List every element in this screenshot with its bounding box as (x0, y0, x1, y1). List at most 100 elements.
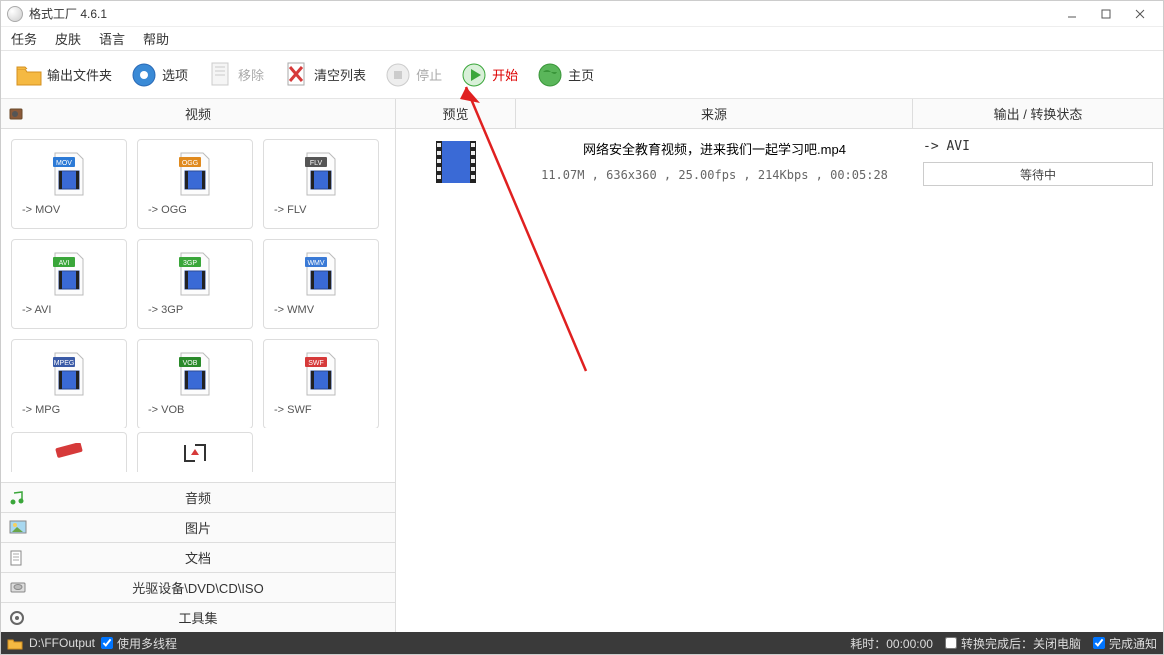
window-controls (1055, 3, 1157, 25)
format-label: -> FLV (264, 204, 307, 216)
output-path[interactable]: D:\FFOutput (29, 636, 95, 650)
svg-text:3GP: 3GP (183, 260, 197, 267)
formats-grid: MOV-> MOVOGG-> OGG FLV -> FLV AVI -> AVI 3GP -… (7, 135, 389, 428)
format-card-vob[interactable]: VOB-> VOB (137, 339, 253, 428)
format-file-icon: AVI (45, 248, 93, 300)
format-card-3gp[interactable]: 3GP -> 3GP (137, 239, 253, 329)
format-card-ogg[interactable]: OGG-> OGG (137, 139, 253, 229)
formats-area: MOV-> MOVOGG-> OGG FLV -> FLV AVI -> AVI 3GP -… (1, 129, 395, 482)
column-output[interactable]: 输出 / 转换状态 (913, 99, 1163, 128)
format-card-mpeg[interactable]: MPEG -> MPG (11, 339, 127, 428)
format-label: -> MPG (12, 404, 60, 416)
format-file-icon: VOB (171, 348, 219, 400)
column-preview[interactable]: 预览 (396, 99, 516, 128)
home-button[interactable]: 主页 (530, 57, 600, 93)
main-area: 视频 MOV-> MOVOGG-> OGG FLV -> FLV AVI -> AVI 3… (1, 99, 1163, 632)
category-picture-tab[interactable]: 图片 (1, 512, 395, 542)
statusbar: D:\FFOutput 使用多线程 耗时：00:00:00 转换完成后：关闭电脑… (1, 632, 1163, 654)
format-card-mov[interactable]: MOV-> MOV (11, 139, 127, 229)
svg-text:AVI: AVI (59, 260, 70, 267)
video-icon (9, 107, 27, 121)
filmstrip-icon (432, 139, 480, 185)
left-panel: 视频 MOV-> MOVOGG-> OGG FLV -> FLV AVI -> AVI 3… (1, 99, 396, 632)
category-document-tab[interactable]: 文档 (1, 542, 395, 572)
task-filename: 网络安全教育视频，进来我们一起学习吧.mp4 (583, 139, 846, 158)
shutdown-after-checkbox[interactable]: 转换完成后：关闭电脑 (945, 635, 1081, 652)
format-label: -> SWF (264, 404, 312, 416)
category-audio-tab[interactable]: 音频 (1, 482, 395, 512)
task-source-cell: 网络安全教育视频，进来我们一起学习吧.mp4 11.07M , 636x360 … (516, 135, 913, 186)
app-icon (7, 6, 23, 22)
format-card-partial-1[interactable] (11, 432, 127, 472)
column-source[interactable]: 来源 (516, 99, 913, 128)
app-window: 格式工厂 4.6.1 任务 皮肤 语言 帮助 输出文件夹 (0, 0, 1164, 655)
task-fileinfo: 11.07M , 636x360 , 25.00fps , 214Kbps , … (541, 168, 888, 182)
options-label: 选项 (162, 65, 188, 84)
menu-help[interactable]: 帮助 (143, 29, 169, 48)
svg-text:VOB: VOB (183, 360, 198, 367)
shutdown-input[interactable] (945, 637, 957, 649)
task-target-format: -> AVI (923, 139, 1153, 154)
close-button[interactable] (1123, 3, 1157, 25)
multithread-input[interactable] (101, 637, 113, 649)
clear-list-button[interactable]: 清空列表 (276, 57, 372, 93)
notify-input[interactable] (1093, 637, 1105, 649)
format-file-icon: OGG (171, 148, 219, 200)
start-button[interactable]: 开始 (454, 57, 524, 93)
category-document-label: 文档 (185, 548, 211, 567)
folder-icon (15, 61, 43, 89)
home-label: 主页 (568, 65, 594, 84)
category-toolset-label: 工具集 (178, 608, 217, 627)
shutdown-label: 转换完成后：关闭电脑 (961, 635, 1081, 652)
multithread-checkbox[interactable]: 使用多线程 (101, 635, 177, 652)
options-button[interactable]: 选项 (124, 57, 194, 93)
category-toolset-tab[interactable]: 工具集 (1, 602, 395, 632)
svg-text:FLV: FLV (310, 160, 323, 167)
remove-button[interactable]: 移除 (200, 57, 270, 93)
task-row[interactable]: 网络安全教育视频，进来我们一起学习吧.mp4 11.07M , 636x360 … (396, 129, 1163, 192)
maximize-button[interactable] (1089, 3, 1123, 25)
format-label: -> 3GP (138, 304, 183, 316)
stop-label: 停止 (416, 65, 442, 84)
image-icon (9, 520, 27, 536)
format-card-partial-2[interactable] (137, 432, 253, 472)
partial-row (7, 428, 389, 476)
notify-checkbox[interactable]: 完成通知 (1093, 635, 1157, 652)
category-video-label: 视频 (185, 104, 211, 123)
format-card-swf[interactable]: SWF -> SWF (263, 339, 379, 428)
menu-skin[interactable]: 皮肤 (55, 29, 81, 48)
output-folder-label: 输出文件夹 (47, 65, 112, 84)
tools-icon (9, 610, 27, 626)
remove-label: 移除 (238, 65, 264, 84)
gear-icon (130, 61, 158, 89)
menu-task[interactable]: 任务 (11, 29, 37, 48)
format-label: -> AVI (12, 304, 51, 316)
disc-drive-icon (9, 580, 27, 596)
clear-label: 清空列表 (314, 65, 366, 84)
menu-language[interactable]: 语言 (99, 29, 125, 48)
svg-text:OGG: OGG (182, 160, 198, 167)
format-file-icon: SWF (297, 348, 345, 400)
music-note-icon (9, 490, 27, 506)
globe-icon (536, 61, 564, 89)
document-icon (9, 550, 27, 566)
format-card-avi[interactable]: AVI -> AVI (11, 239, 127, 329)
stop-button[interactable]: 停止 (378, 57, 448, 93)
folder-icon[interactable] (7, 636, 23, 650)
format-card-flv[interactable]: FLV -> FLV (263, 139, 379, 229)
category-picture-label: 图片 (185, 518, 211, 537)
category-audio-label: 音频 (185, 488, 211, 507)
minimize-button[interactable] (1055, 3, 1089, 25)
format-card-wmv[interactable]: WMV-> WMV (263, 239, 379, 329)
svg-text:MOV: MOV (56, 160, 72, 167)
task-table-header: 预览 来源 输出 / 转换状态 (396, 99, 1163, 129)
elapsed-time: 耗时：00:00:00 (850, 635, 933, 652)
category-rom-tab[interactable]: 光驱设备\DVD\CD\ISO (1, 572, 395, 602)
format-file-icon: MPEG (45, 348, 93, 400)
notify-label: 完成通知 (1109, 635, 1157, 652)
output-folder-button[interactable]: 输出文件夹 (9, 57, 118, 93)
stop-icon (384, 61, 412, 89)
svg-text:MPEG: MPEG (54, 360, 75, 367)
category-rom-label: 光驱设备\DVD\CD\ISO (132, 578, 263, 597)
category-video-tab[interactable]: 视频 (1, 99, 395, 129)
